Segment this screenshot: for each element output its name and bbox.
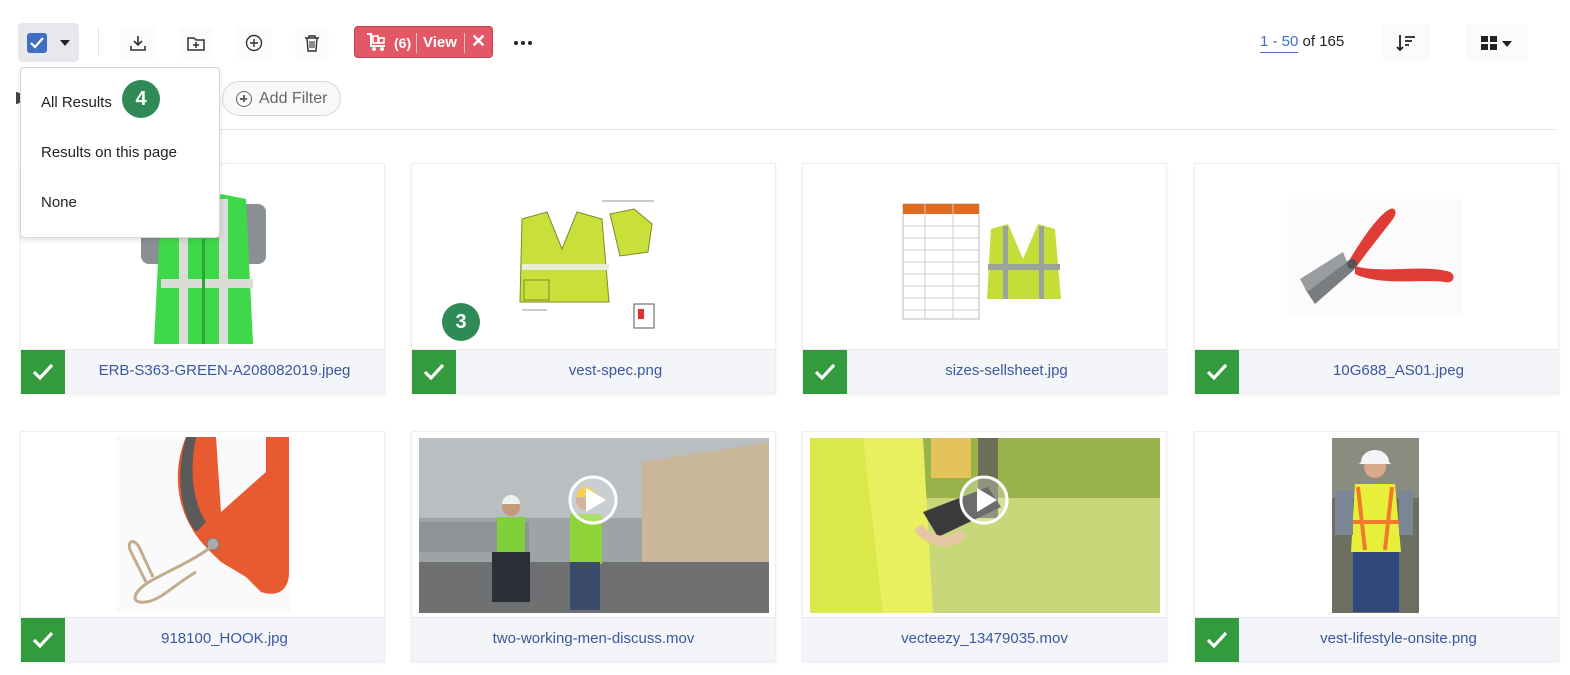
- video-thumbnail-tablet: [810, 438, 1160, 613]
- toolbar: (6) View ✕ 1 - 50 of 165: [0, 0, 1570, 84]
- asset-footer: 10G688_AS01.jpeg: [1195, 349, 1558, 394]
- step-badge: 3: [442, 303, 480, 341]
- asset-filename[interactable]: vest-spec.png: [456, 362, 775, 379]
- checkmark-icon: [30, 37, 44, 49]
- asset-footer: sizes-sellsheet.jpg: [803, 349, 1166, 394]
- checkmark-icon: [423, 363, 445, 381]
- menu-item-none[interactable]: None: [41, 194, 77, 211]
- asset-card[interactable]: sizes-sellsheet.jpg: [802, 163, 1167, 394]
- cart-view-label[interactable]: View: [423, 34, 457, 51]
- cart-icon: [367, 33, 385, 51]
- asset-filename[interactable]: 918100_HOOK.jpg: [65, 630, 384, 647]
- asset-footer: vest-spec.png: [412, 349, 775, 394]
- asset-card[interactable]: 918100_HOOK.jpg: [20, 431, 385, 662]
- size-chart-image: [902, 203, 1061, 320]
- asset-card[interactable]: vest-spec.png: [411, 163, 776, 394]
- grid-view-icon: [1481, 36, 1497, 50]
- divider: [20, 129, 1556, 130]
- total-count: of 165: [1302, 33, 1345, 50]
- asset-footer: two-working-men-discuss.mov: [412, 617, 775, 661]
- add-filter-button[interactable]: Add Filter: [222, 81, 341, 116]
- checkmark-icon: [814, 363, 836, 381]
- asset-filename[interactable]: vecteezy_13479035.mov: [803, 630, 1166, 647]
- sort-descending-icon: [1396, 35, 1415, 52]
- asset-filename[interactable]: ERB-S363-GREEN-A208082019.jpeg: [65, 362, 384, 379]
- chevron-down-icon: [60, 40, 70, 46]
- chevron-down-icon: [1502, 41, 1512, 47]
- video-thumbnail-workers: [419, 438, 769, 613]
- checkmark-icon: [1206, 363, 1228, 381]
- dot-icon: [521, 41, 525, 45]
- dot-icon: [514, 41, 518, 45]
- selected-checkbox[interactable]: [803, 350, 847, 394]
- add-circle-icon: [236, 91, 252, 107]
- add-to-folder-icon: [187, 37, 205, 51]
- cart-divider: [464, 33, 465, 53]
- asset-thumbnail: [1195, 432, 1558, 619]
- menu-item-all-results[interactable]: All Results: [41, 94, 112, 111]
- asset-footer: vecteezy_13479035.mov: [803, 617, 1166, 661]
- select-menu: All Results Results on this page None: [20, 67, 220, 238]
- view-mode-button[interactable]: [1466, 24, 1528, 62]
- asset-filename[interactable]: 10G688_AS01.jpeg: [1239, 362, 1558, 379]
- sort-button[interactable]: [1382, 24, 1430, 62]
- add-filter-label: Add Filter: [259, 90, 328, 107]
- select-all-dropdown-button[interactable]: [18, 23, 79, 62]
- trash-icon: [305, 35, 319, 52]
- page-range-link[interactable]: 1 - 50: [1260, 33, 1299, 53]
- asset-filename[interactable]: vest-lifestyle-onsite.png: [1239, 630, 1558, 647]
- download-button[interactable]: [121, 27, 155, 59]
- asset-card[interactable]: two-working-men-discuss.mov: [411, 431, 776, 662]
- vest-lifestyle-image: [1332, 438, 1419, 613]
- hook-image: [116, 437, 291, 612]
- add-to-folder-button[interactable]: [179, 27, 213, 59]
- selected-checkbox[interactable]: [1195, 618, 1239, 662]
- asset-filename[interactable]: two-working-men-discuss.mov: [412, 630, 775, 647]
- selected-checkbox[interactable]: [21, 350, 65, 394]
- checkmark-icon: [32, 631, 54, 649]
- pliers-image: [1287, 199, 1462, 317]
- asset-footer: ERB-S363-GREEN-A208082019.jpeg: [21, 349, 384, 394]
- selected-checkbox[interactable]: [21, 618, 65, 662]
- cart-divider: [416, 33, 417, 53]
- select-all-checkbox[interactable]: [27, 33, 47, 53]
- asset-thumbnail: [1195, 164, 1558, 351]
- menu-item-results-on-page[interactable]: Results on this page: [41, 144, 177, 161]
- pagination-info: 1 - 50 of 165: [1260, 33, 1345, 53]
- dot-icon: [528, 41, 532, 45]
- cart-count: (6): [394, 35, 412, 51]
- add-icon: [245, 34, 263, 52]
- checkmark-icon: [32, 363, 54, 381]
- asset-filename[interactable]: sizes-sellsheet.jpg: [847, 362, 1166, 379]
- asset-footer: 918100_HOOK.jpg: [21, 617, 384, 662]
- asset-card[interactable]: vecteezy_13479035.mov: [802, 431, 1167, 662]
- asset-footer: vest-lifestyle-onsite.png: [1195, 617, 1558, 662]
- selected-checkbox[interactable]: [412, 350, 456, 394]
- cart-button[interactable]: (6) View ✕: [354, 26, 493, 58]
- asset-thumbnail: [803, 164, 1166, 351]
- delete-button[interactable]: [295, 27, 329, 59]
- asset-thumbnail: [412, 432, 775, 619]
- selected-checkbox[interactable]: [1195, 350, 1239, 394]
- cart-close-icon[interactable]: ✕: [471, 31, 486, 52]
- download-icon: [130, 36, 146, 51]
- checkmark-icon: [1206, 631, 1228, 649]
- more-options-button[interactable]: [507, 27, 539, 59]
- asset-thumbnail: [21, 432, 384, 619]
- asset-thumbnail: [803, 432, 1166, 619]
- asset-card[interactable]: vest-lifestyle-onsite.png: [1194, 431, 1559, 662]
- add-button[interactable]: [237, 27, 271, 59]
- step-badge: 4: [122, 80, 160, 118]
- asset-card[interactable]: 10G688_AS01.jpeg: [1194, 163, 1559, 394]
- toolbar-divider: [98, 28, 99, 56]
